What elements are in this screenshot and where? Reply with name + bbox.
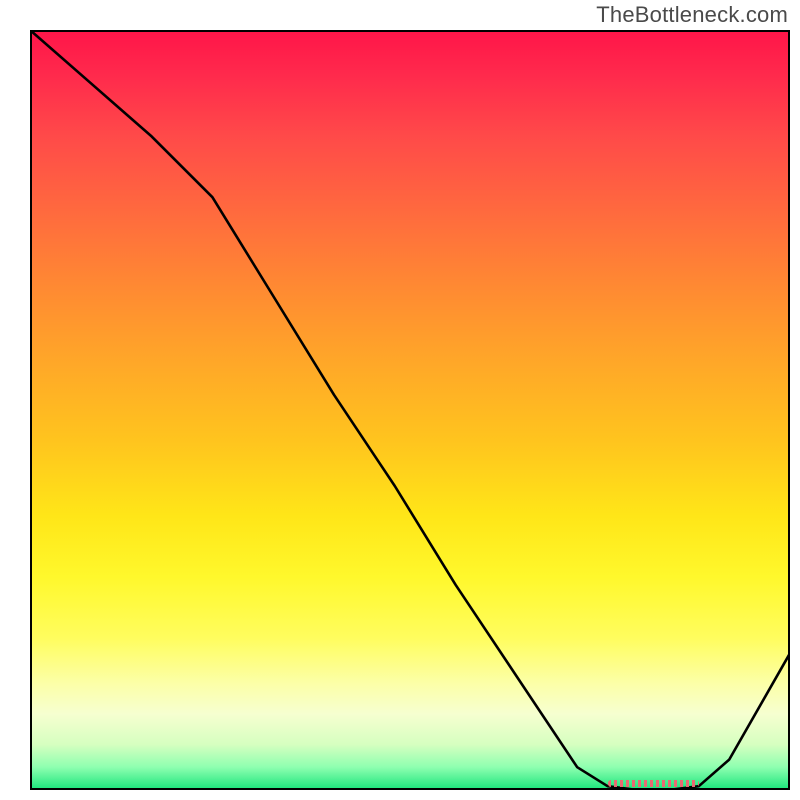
optimal-zone-marker <box>608 780 699 787</box>
chart-container: TheBottleneck.com <box>0 0 800 800</box>
watermark-text: TheBottleneck.com <box>596 2 788 28</box>
chart-gradient-background <box>30 30 790 790</box>
